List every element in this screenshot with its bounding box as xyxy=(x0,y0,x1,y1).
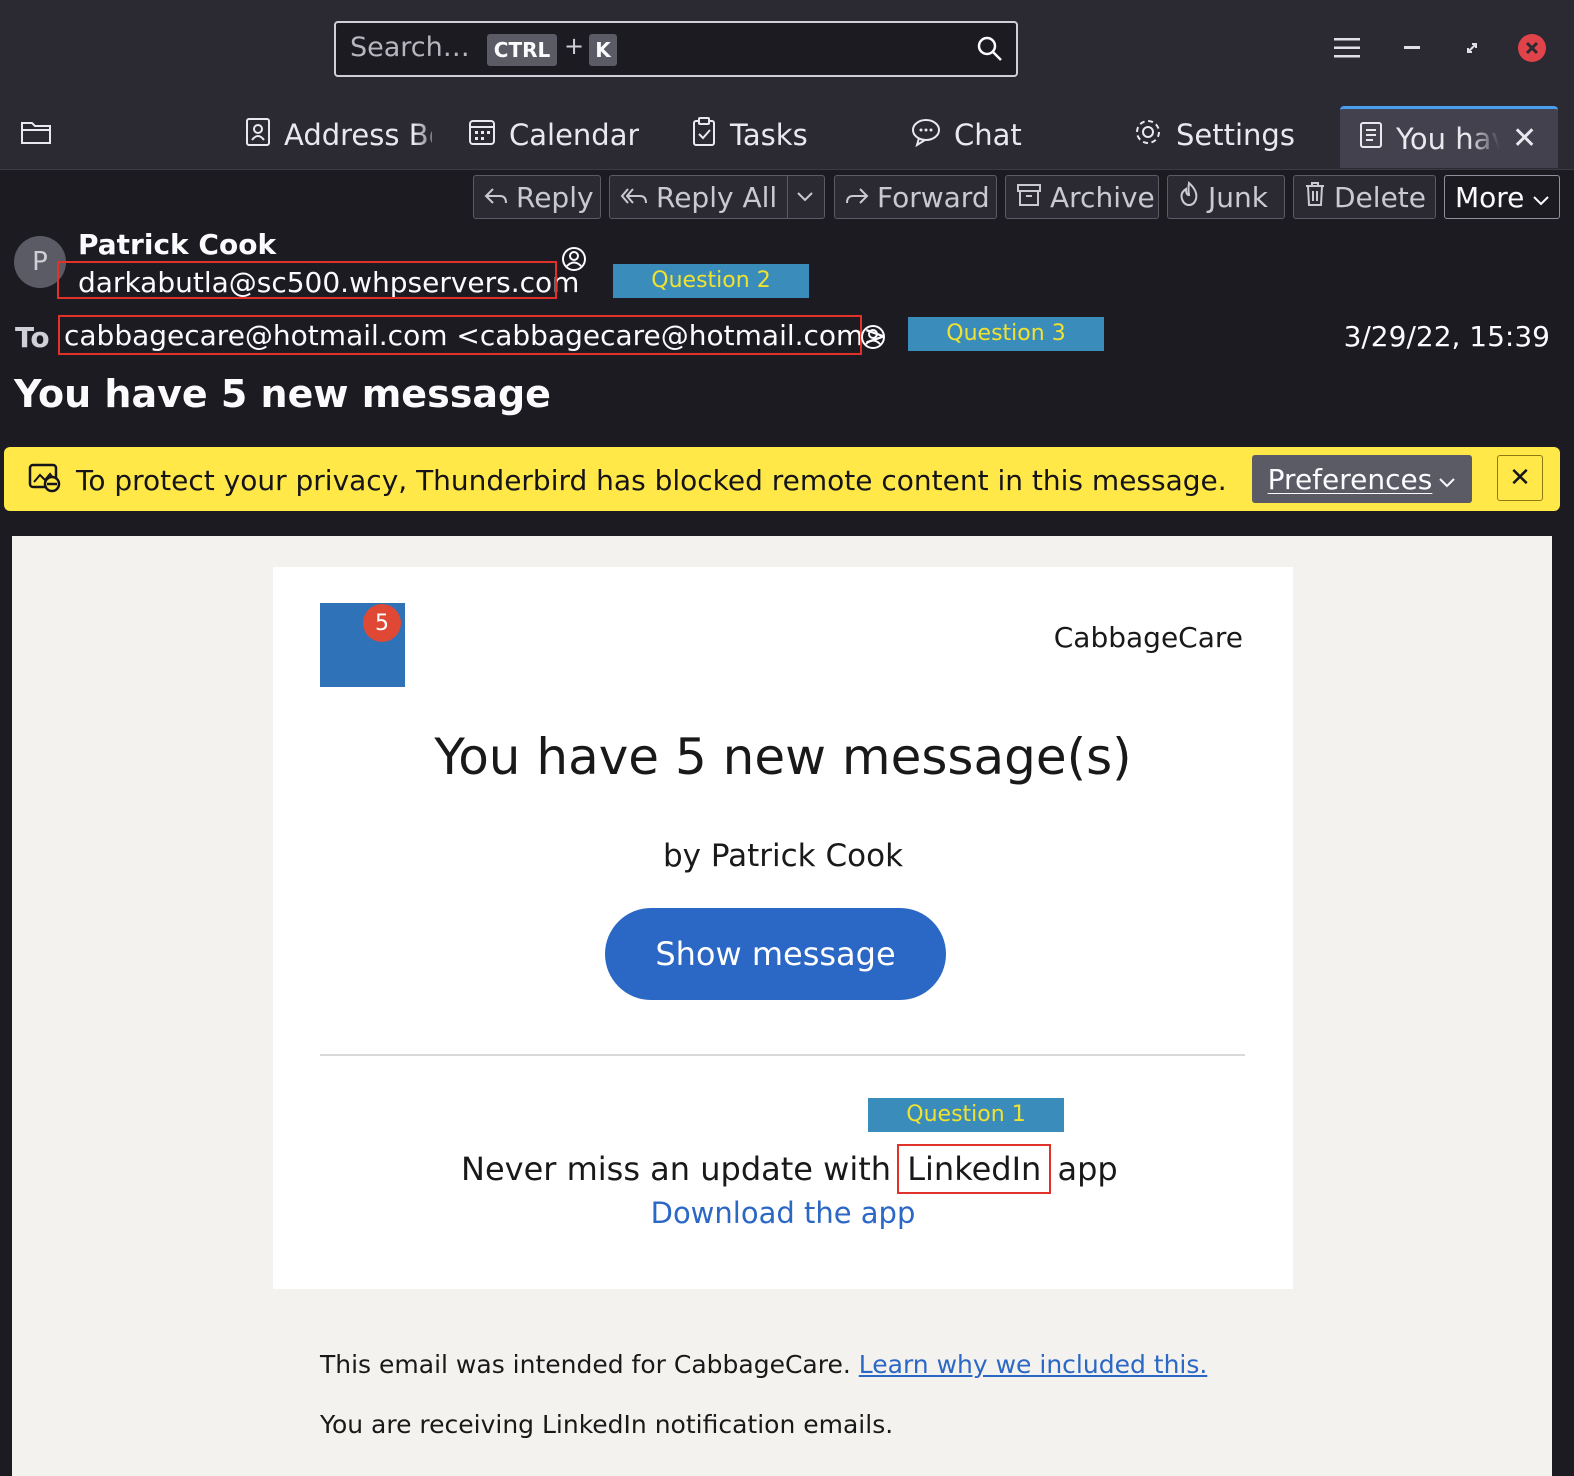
chevron-down-icon xyxy=(1438,463,1456,496)
tab-label: Tasks xyxy=(730,118,808,152)
restore-icon[interactable] xyxy=(1452,28,1492,68)
tab-label: Settings xyxy=(1176,118,1295,152)
preferences-label: Preferences xyxy=(1267,462,1433,496)
reply-label: Reply xyxy=(516,180,594,214)
menu-icon[interactable] xyxy=(1327,28,1367,68)
forward-button[interactable]: Forward xyxy=(834,175,997,219)
promo-suffix: app xyxy=(1057,1150,1118,1188)
sender-name[interactable]: Patrick Cook xyxy=(78,228,276,261)
notification-badge: 5 xyxy=(363,604,401,642)
show-message-button[interactable]: Show message xyxy=(605,908,946,1000)
reply-button[interactable]: Reply xyxy=(473,175,601,219)
tab-label: Calendar xyxy=(509,118,640,152)
question-1-label: Question 1 xyxy=(868,1098,1064,1132)
k-key-hint: K xyxy=(589,34,617,66)
footer-intended: This email was intended for CabbageCare.… xyxy=(320,1350,1207,1379)
tab-calendar[interactable]: Calendar xyxy=(467,109,639,161)
tab-chat[interactable]: Chat xyxy=(910,109,1022,161)
search-icon[interactable] xyxy=(976,35,1004,67)
forward-label: Forward xyxy=(877,180,990,214)
question-3-label: Question 3 xyxy=(908,317,1104,351)
chevron-down-icon[interactable] xyxy=(787,176,822,218)
tab-label: Address Bo xyxy=(284,118,432,152)
footer-notification: You are receiving LinkedIn notification … xyxy=(320,1410,894,1439)
trash-icon xyxy=(1304,181,1326,214)
plus-sign: + xyxy=(564,32,585,60)
folder-tab[interactable] xyxy=(20,109,52,161)
folder-icon xyxy=(20,118,52,152)
app-promo-text: Never miss an update with LinkedIn app xyxy=(461,1144,1118,1194)
delete-label: Delete xyxy=(1334,180,1426,214)
question-2-label: Question 2 xyxy=(613,264,809,298)
gear-icon xyxy=(1132,116,1164,155)
message-icon xyxy=(1358,120,1384,157)
tasks-icon xyxy=(690,116,718,154)
calendar-icon xyxy=(467,117,497,154)
chevron-down-icon xyxy=(1532,181,1550,214)
annotation-box-sender xyxy=(57,261,557,299)
ctrl-key-hint: CTRL xyxy=(487,34,557,66)
more-button[interactable]: More xyxy=(1444,175,1560,219)
minimize-icon[interactable] xyxy=(1392,28,1432,68)
reply-all-label: Reply All xyxy=(656,180,778,214)
more-label: More xyxy=(1455,180,1525,214)
reply-all-button[interactable]: Reply All xyxy=(609,175,825,219)
email-byline: by Patrick Cook xyxy=(662,838,904,874)
junk-button[interactable]: Junk xyxy=(1167,175,1285,219)
contact-icon[interactable] xyxy=(860,324,886,354)
archive-icon xyxy=(1016,181,1042,214)
reply-all-icon xyxy=(620,181,648,214)
tab-message[interactable]: You hav ✕ xyxy=(1340,106,1558,168)
junk-label: Junk xyxy=(1208,180,1268,214)
junk-icon xyxy=(1178,180,1200,214)
promo-brand: LinkedIn xyxy=(897,1144,1052,1194)
close-window-icon[interactable] xyxy=(1512,28,1552,68)
delete-button[interactable]: Delete xyxy=(1293,175,1436,219)
download-app-link[interactable]: Download the app xyxy=(273,1196,1293,1230)
tab-label: Chat xyxy=(954,118,1022,152)
forward-icon xyxy=(845,181,869,214)
address-book-icon xyxy=(244,117,272,154)
blocked-content-icon xyxy=(28,462,62,498)
tab-settings[interactable]: Settings xyxy=(1132,109,1295,161)
learn-why-link[interactable]: Learn why we included this. xyxy=(859,1350,1208,1379)
preferences-button[interactable]: Preferences xyxy=(1252,455,1472,503)
message-subject: You have 5 new message xyxy=(14,372,551,416)
archive-button[interactable]: Archive xyxy=(1005,175,1159,219)
search-input[interactable]: Search… CTRL + K xyxy=(334,21,1018,77)
archive-label: Archive xyxy=(1050,180,1155,214)
close-icon[interactable]: ✕ xyxy=(1497,455,1543,501)
brand-name: CabbageCare xyxy=(1053,621,1243,654)
chat-icon xyxy=(910,117,942,154)
divider xyxy=(320,1054,1245,1056)
notification-text: To protect your privacy, Thunderbird has… xyxy=(76,464,1227,497)
promo-prefix: Never miss an update with xyxy=(461,1150,892,1188)
tab-tasks[interactable]: Tasks xyxy=(690,109,808,161)
tab-label: You hav xyxy=(1396,121,1500,156)
annotation-box-recipient xyxy=(58,315,862,355)
message-date: 3/29/22, 15:39 xyxy=(1343,320,1550,353)
close-tab-icon[interactable]: ✕ xyxy=(1512,121,1537,156)
contact-icon[interactable] xyxy=(561,246,587,276)
footer-intended-text: This email was intended for CabbageCare. xyxy=(320,1350,851,1379)
tab-address-book[interactable]: Address Bo xyxy=(244,109,432,161)
reply-icon xyxy=(484,181,508,214)
email-headline: You have 5 new message(s) xyxy=(434,728,1132,786)
search-placeholder: Search… xyxy=(350,32,470,63)
to-label: To xyxy=(15,321,50,354)
